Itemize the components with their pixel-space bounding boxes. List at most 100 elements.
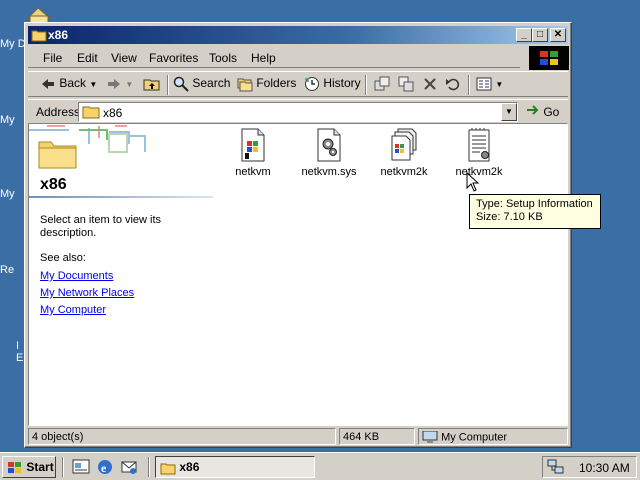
menu-edit[interactable]: Edit xyxy=(77,51,98,65)
delete-button[interactable] xyxy=(422,76,438,94)
maximize-button[interactable]: □ xyxy=(532,28,548,42)
undo-button[interactable] xyxy=(445,76,461,94)
link-my-network-places[interactable]: My Network Places xyxy=(40,287,134,299)
go-label: Go xyxy=(543,105,560,119)
file-tooltip: Type: Setup Information Size: 7.10 KB xyxy=(469,194,601,229)
up-folder-button[interactable] xyxy=(143,76,161,94)
views-button[interactable]: ▼ xyxy=(476,76,503,94)
window-title: x86 xyxy=(48,28,69,42)
go-arrow-icon xyxy=(527,105,539,115)
status-object-count: 4 object(s) xyxy=(28,428,336,445)
search-button[interactable]: Search xyxy=(173,76,230,94)
copy-to-button[interactable] xyxy=(398,76,414,94)
search-icon xyxy=(173,76,189,92)
file-item[interactable]: netkvm2k xyxy=(369,128,439,178)
explorer-window: x86 _ □ ✕ File Edit View Favorites Tools… xyxy=(24,22,601,448)
views-icon xyxy=(476,77,492,91)
copy-to-icon xyxy=(398,76,414,92)
menu-file[interactable]: File xyxy=(43,51,62,65)
desktop-label-internet[interactable]: I xyxy=(16,340,19,352)
quick-launch-separator xyxy=(62,457,64,477)
undo-icon xyxy=(446,78,460,91)
desktop-label-my-computer[interactable]: My xyxy=(0,114,15,126)
file-view[interactable]: x86 Select an item to view its descripti… xyxy=(28,123,601,426)
file-item-selected[interactable]: netkvm2k xyxy=(444,128,514,178)
system-tray: 10:30 AM xyxy=(542,456,637,478)
back-button[interactable]: Back ▼ xyxy=(40,76,97,94)
mouse-cursor-icon xyxy=(466,172,480,192)
forward-dropdown-icon[interactable]: ▼ xyxy=(125,80,133,89)
desktop-label-explorer[interactable]: E xyxy=(16,352,23,364)
standard-toolbar: Back ▼ ▼ Search Folders History ▼ xyxy=(28,71,568,97)
taskbar: Start e x86 10:30 AM xyxy=(0,452,640,480)
web-view-description: Select an item to view its description. xyxy=(40,214,162,239)
folders-button[interactable]: Folders xyxy=(237,76,296,94)
menu-favorites[interactable]: Favorites xyxy=(149,51,198,65)
file-name: netkvm.sys xyxy=(301,166,357,178)
delete-x-icon xyxy=(424,78,436,90)
desktop-label-recycle-bin[interactable]: Re xyxy=(0,264,14,276)
go-button[interactable]: Go xyxy=(526,104,559,119)
tooltip-size: Size: 7.10 KB xyxy=(476,211,543,223)
file-item[interactable]: netkvm.sys xyxy=(294,128,364,178)
web-view-title: x86 xyxy=(40,176,67,193)
back-dropdown-icon[interactable]: ▼ xyxy=(89,80,97,89)
taskbar-window-x86[interactable]: x86 xyxy=(155,456,315,478)
address-value: x86 xyxy=(103,106,123,120)
toolbar-separator xyxy=(468,75,470,95)
status-zone-label: My Computer xyxy=(441,431,508,444)
internet-explorer-icon[interactable]: e xyxy=(96,458,114,476)
status-bar: 4 object(s) 464 KB My Computer xyxy=(28,427,568,445)
address-input[interactable]: x86 ▼ xyxy=(78,102,518,122)
my-computer-icon xyxy=(422,430,438,443)
link-my-computer[interactable]: My Computer xyxy=(40,304,106,316)
forward-button[interactable]: ▼ xyxy=(106,76,133,94)
menu-help[interactable]: Help xyxy=(251,51,276,65)
address-dropdown-button[interactable]: ▼ xyxy=(501,103,517,121)
start-label: Start xyxy=(26,460,54,474)
catalog-file-icon xyxy=(241,128,265,162)
start-button[interactable]: Start xyxy=(2,456,56,478)
menu-view[interactable]: View xyxy=(111,51,137,65)
folder-icon xyxy=(82,106,100,119)
menu-tools[interactable]: Tools xyxy=(209,51,237,65)
windows-logo-panel xyxy=(529,46,569,70)
system-file-icon xyxy=(317,128,341,162)
menu-bar: File Edit View Favorites Tools Help xyxy=(28,46,520,68)
address-bar: Address x86 ▼ Go xyxy=(28,99,568,123)
move-to-icon xyxy=(374,76,390,91)
windows-flag-icon xyxy=(8,461,21,473)
search-label: Search xyxy=(192,76,231,91)
folder-icon xyxy=(31,30,47,42)
back-arrow-icon xyxy=(42,78,54,89)
quick-launch-separator xyxy=(148,457,150,477)
minimize-button[interactable]: _ xyxy=(516,28,532,42)
status-total-size: 464 KB xyxy=(339,428,415,445)
desktop-label-my-documents[interactable]: My D xyxy=(0,38,26,50)
desktop-label-my-network[interactable]: My xyxy=(0,188,15,200)
close-button[interactable]: ✕ xyxy=(550,28,566,42)
windows-flag-icon xyxy=(540,51,558,65)
clock[interactable]: 10:30 AM xyxy=(579,461,630,475)
web-view-divider xyxy=(29,196,213,198)
catalog-stack-icon xyxy=(391,128,417,161)
views-dropdown-icon[interactable]: ▼ xyxy=(495,80,503,89)
history-button[interactable]: History xyxy=(304,76,361,94)
desktop-icon-top[interactable] xyxy=(22,4,54,24)
link-my-documents[interactable]: My Documents xyxy=(40,270,113,282)
move-to-button[interactable] xyxy=(374,76,390,94)
address-label: Address xyxy=(36,105,81,119)
title-bar[interactable]: x86 _ □ ✕ xyxy=(28,26,568,44)
outlook-express-icon[interactable] xyxy=(120,458,138,476)
forward-arrow-icon xyxy=(108,78,120,89)
network-tray-icon[interactable] xyxy=(547,459,565,475)
history-icon xyxy=(305,77,319,91)
show-desktop-icon[interactable] xyxy=(72,458,90,476)
file-item[interactable]: netkvm xyxy=(218,128,288,178)
toolbar-separator xyxy=(365,75,367,95)
folder-icon xyxy=(160,463,176,475)
tooltip-type: Type: Setup Information xyxy=(476,198,593,210)
taskbar-window-label: x86 xyxy=(179,460,200,474)
up-folder-icon xyxy=(143,79,160,91)
folder-banner-icon xyxy=(29,124,159,176)
